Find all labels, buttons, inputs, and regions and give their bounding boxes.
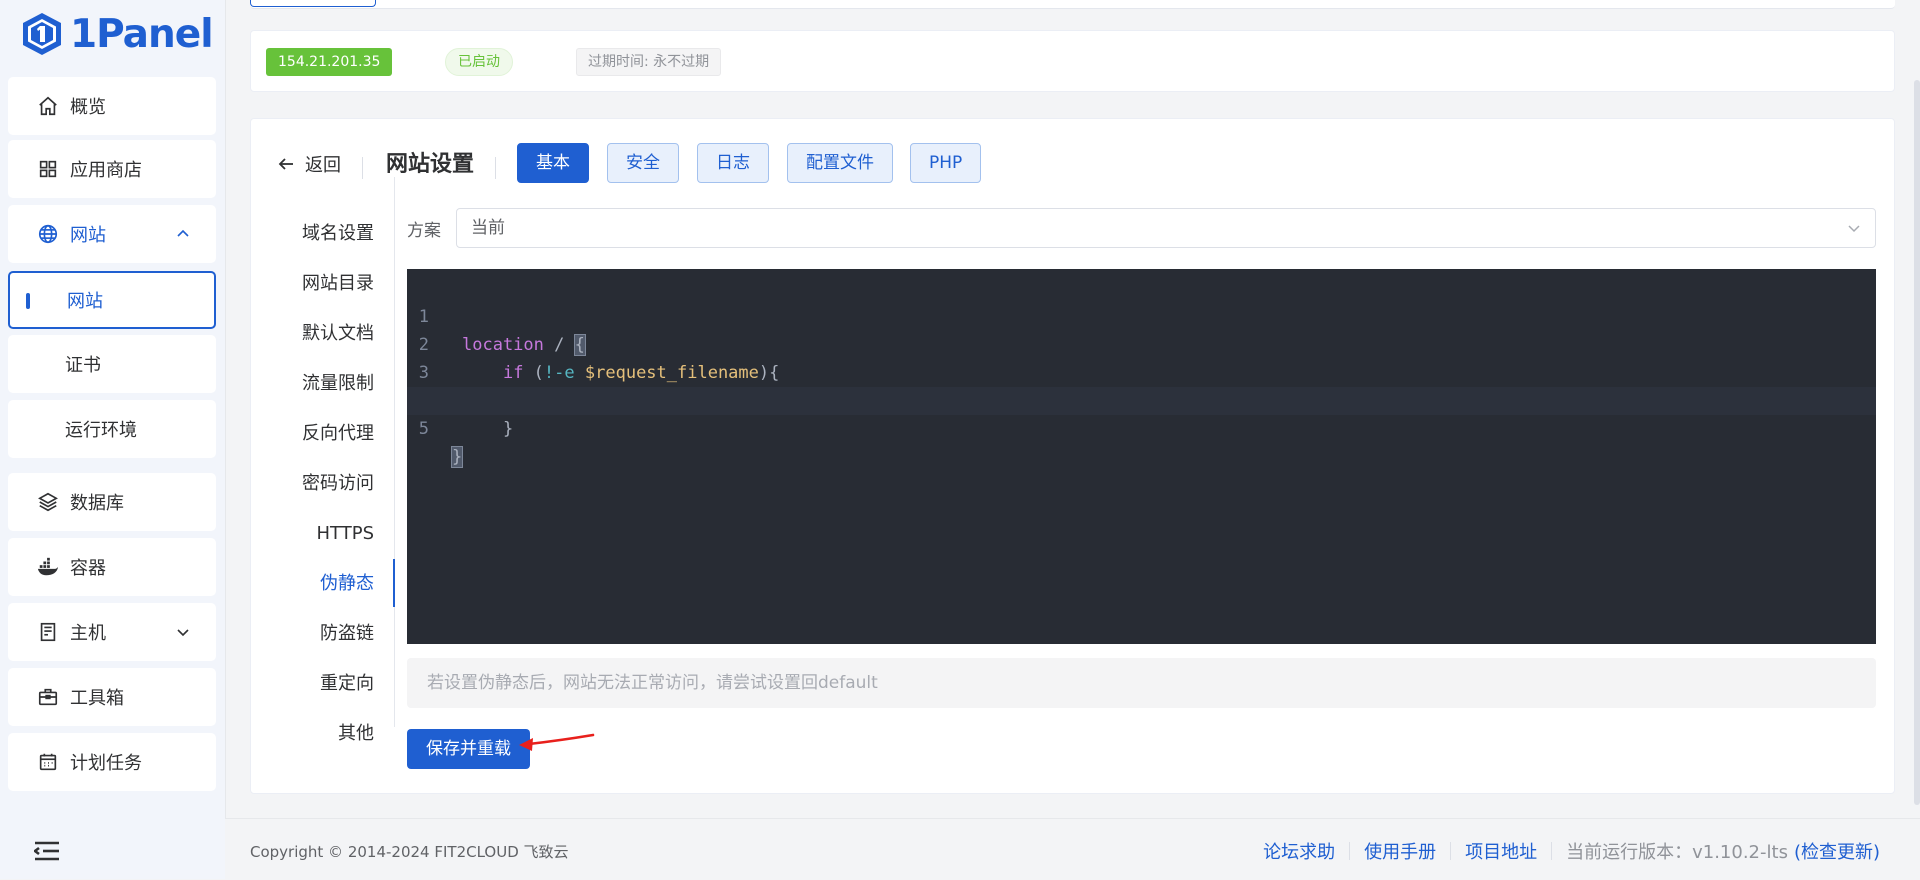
page-scrollbar[interactable] bbox=[1914, 80, 1920, 805]
back-label: 返回 bbox=[305, 155, 341, 176]
code-line: 1 location / { bbox=[407, 275, 1876, 356]
rewrite-hint: 若设置伪静态后，网站无法正常访问，请尝试设置回default bbox=[407, 658, 1876, 708]
check-update-link[interactable]: (检查更新) bbox=[1794, 838, 1880, 864]
layers-icon bbox=[36, 490, 60, 514]
back-button[interactable]: 返回 bbox=[277, 151, 341, 177]
copyright-text: Copyright © 2014-2024 FIT2CLOUD 飞致云 bbox=[250, 843, 569, 861]
server-icon bbox=[36, 620, 60, 644]
active-indicator bbox=[26, 293, 30, 309]
divider bbox=[1551, 842, 1553, 860]
subnav-domain[interactable]: 域名设置 bbox=[251, 209, 394, 259]
sidebar-item-cron[interactable]: 计划任务 bbox=[8, 733, 216, 791]
project-link[interactable]: 项目地址 bbox=[1465, 838, 1537, 864]
website-settings-card: 返回 网站设置 基本 安全 日志 配置文件 PHP 域名设置 网站目录 默认文档… bbox=[250, 118, 1895, 794]
active-tab-edge bbox=[250, 0, 376, 7]
grid-icon bbox=[36, 157, 60, 181]
code-line: 4 } bbox=[407, 359, 1876, 439]
sidebar-item-database[interactable]: 数据库 bbox=[8, 473, 216, 531]
home-icon bbox=[36, 94, 60, 118]
sidebar-item-overview[interactable]: 概览 bbox=[8, 77, 216, 135]
page-title: 网站设置 bbox=[386, 152, 475, 177]
footer: Copyright © 2014-2024 FIT2CLOUD 飞致云 论坛求助… bbox=[225, 818, 1920, 880]
logo-text: 1Panel bbox=[70, 11, 214, 57]
sidebar-item-toolbox[interactable]: 工具箱 bbox=[8, 668, 216, 726]
sidebar-item-label: 计划任务 bbox=[70, 753, 142, 774]
sidebar-item-label: 容器 bbox=[70, 558, 106, 579]
line-number: 5 bbox=[418, 419, 429, 439]
scheme-label: 方案 bbox=[407, 221, 441, 241]
sidebar-subitem-website[interactable]: 网站 bbox=[8, 271, 216, 329]
sidebar-item-label: 主机 bbox=[70, 623, 106, 644]
sidebar-item-container[interactable]: 容器 bbox=[8, 538, 216, 596]
tab-logs[interactable]: 日志 bbox=[697, 143, 769, 183]
sidebar-item-label: 应用商店 bbox=[70, 160, 142, 181]
code-line: 2 if (!-e $request_filename){ bbox=[407, 303, 1876, 383]
chevron-down-icon bbox=[177, 629, 189, 637]
subnav-https[interactable]: HTTPS bbox=[251, 509, 394, 559]
tab-php[interactable]: PHP bbox=[910, 143, 982, 183]
collapse-menu-icon[interactable] bbox=[34, 840, 60, 862]
ip-tag: 154.21.201.35 bbox=[266, 48, 393, 76]
chevron-up-icon bbox=[177, 229, 189, 237]
subnav-directory[interactable]: 网站目录 bbox=[251, 259, 394, 309]
subnav-rewrite[interactable]: 伪静态 bbox=[251, 559, 394, 609]
version-text: 当前运行版本：v1.10.2-lts bbox=[1566, 842, 1788, 863]
code-line-current: 5 } bbox=[407, 387, 1876, 468]
sidebar-item-label: 数据库 bbox=[70, 493, 124, 514]
sidebar-item-host[interactable]: 主机 bbox=[8, 603, 216, 661]
arrow-left-icon bbox=[278, 158, 293, 170]
tab-security[interactable]: 安全 bbox=[607, 143, 679, 183]
subnav-password-access[interactable]: 密码访问 bbox=[251, 459, 394, 509]
globe-icon bbox=[36, 222, 60, 246]
sidebar-item-label: 运行环境 bbox=[65, 420, 137, 441]
subnav-hotlink[interactable]: 防盗链 bbox=[251, 609, 394, 659]
save-and-reload-button[interactable]: 保存并重载 bbox=[407, 729, 530, 769]
status-badge: 已启动 bbox=[445, 48, 513, 76]
subnav-redirect[interactable]: 重定向 bbox=[251, 659, 394, 709]
tab-config-file[interactable]: 配置文件 bbox=[787, 143, 893, 183]
sidebar: 1Panel 概览 应用商店 网站 网站 证书 运行环境 数据库 容器 主机 工… bbox=[0, 0, 226, 879]
website-info-bar: 154.21.201.35 已启动 过期时间: 永不过期 bbox=[250, 30, 1895, 92]
scheme-select[interactable]: 当前 bbox=[456, 208, 1876, 248]
chevron-down-icon bbox=[1848, 225, 1860, 233]
sidebar-item-label: 证书 bbox=[65, 355, 101, 376]
subnav-other[interactable]: 其他 bbox=[251, 709, 394, 759]
subnav-active-indicator bbox=[393, 559, 395, 607]
toolbox-icon bbox=[36, 685, 60, 709]
sidebar-item-website[interactable]: 网站 bbox=[8, 205, 216, 263]
subnav-rate-limit[interactable]: 流量限制 bbox=[251, 359, 394, 409]
footer-links: 论坛求助 使用手册 项目地址 当前运行版本：v1.10.2-lts (检查更新) bbox=[1263, 838, 1880, 864]
code-editor[interactable]: 1 location / { 2 if (!-e $request_filena… bbox=[407, 269, 1876, 644]
sidebar-item-label: 概览 bbox=[70, 97, 106, 118]
forum-link[interactable]: 论坛求助 bbox=[1263, 838, 1335, 864]
code-text: } bbox=[462, 419, 514, 439]
divider bbox=[1349, 842, 1351, 860]
docker-icon bbox=[36, 555, 60, 579]
logo-icon bbox=[23, 13, 61, 55]
sidebar-subitem-certificate[interactable]: 证书 bbox=[8, 335, 216, 393]
tab-basic[interactable]: 基本 bbox=[517, 143, 589, 183]
divider bbox=[495, 157, 496, 179]
manual-link[interactable]: 使用手册 bbox=[1364, 838, 1436, 864]
sidebar-item-app-store[interactable]: 应用商店 bbox=[8, 140, 216, 198]
sidebar-item-label: 网站 bbox=[70, 225, 106, 246]
divider bbox=[362, 157, 363, 179]
divider bbox=[1450, 842, 1452, 860]
sidebar-item-label: 工具箱 bbox=[70, 688, 124, 709]
code-line: 3 rewrite ^(.*)$ /index.php?s=$1 last; b… bbox=[407, 331, 1876, 411]
annotation-arrow-icon bbox=[519, 733, 595, 751]
sidebar-subitem-runtime[interactable]: 运行环境 bbox=[8, 400, 216, 458]
logo[interactable]: 1Panel bbox=[20, 8, 214, 60]
subnav-default-doc[interactable]: 默认文档 bbox=[251, 309, 394, 359]
top-tabs-remnant bbox=[250, 0, 1895, 9]
scheme-value: 当前 bbox=[471, 218, 505, 238]
subnav-divider bbox=[394, 177, 395, 727]
expire-tag: 过期时间: 永不过期 bbox=[576, 48, 722, 76]
calendar-icon bbox=[36, 750, 60, 774]
sidebar-item-label: 网站 bbox=[67, 291, 103, 312]
subnav-reverse-proxy[interactable]: 反向代理 bbox=[251, 409, 394, 459]
code-text: } bbox=[450, 446, 464, 468]
